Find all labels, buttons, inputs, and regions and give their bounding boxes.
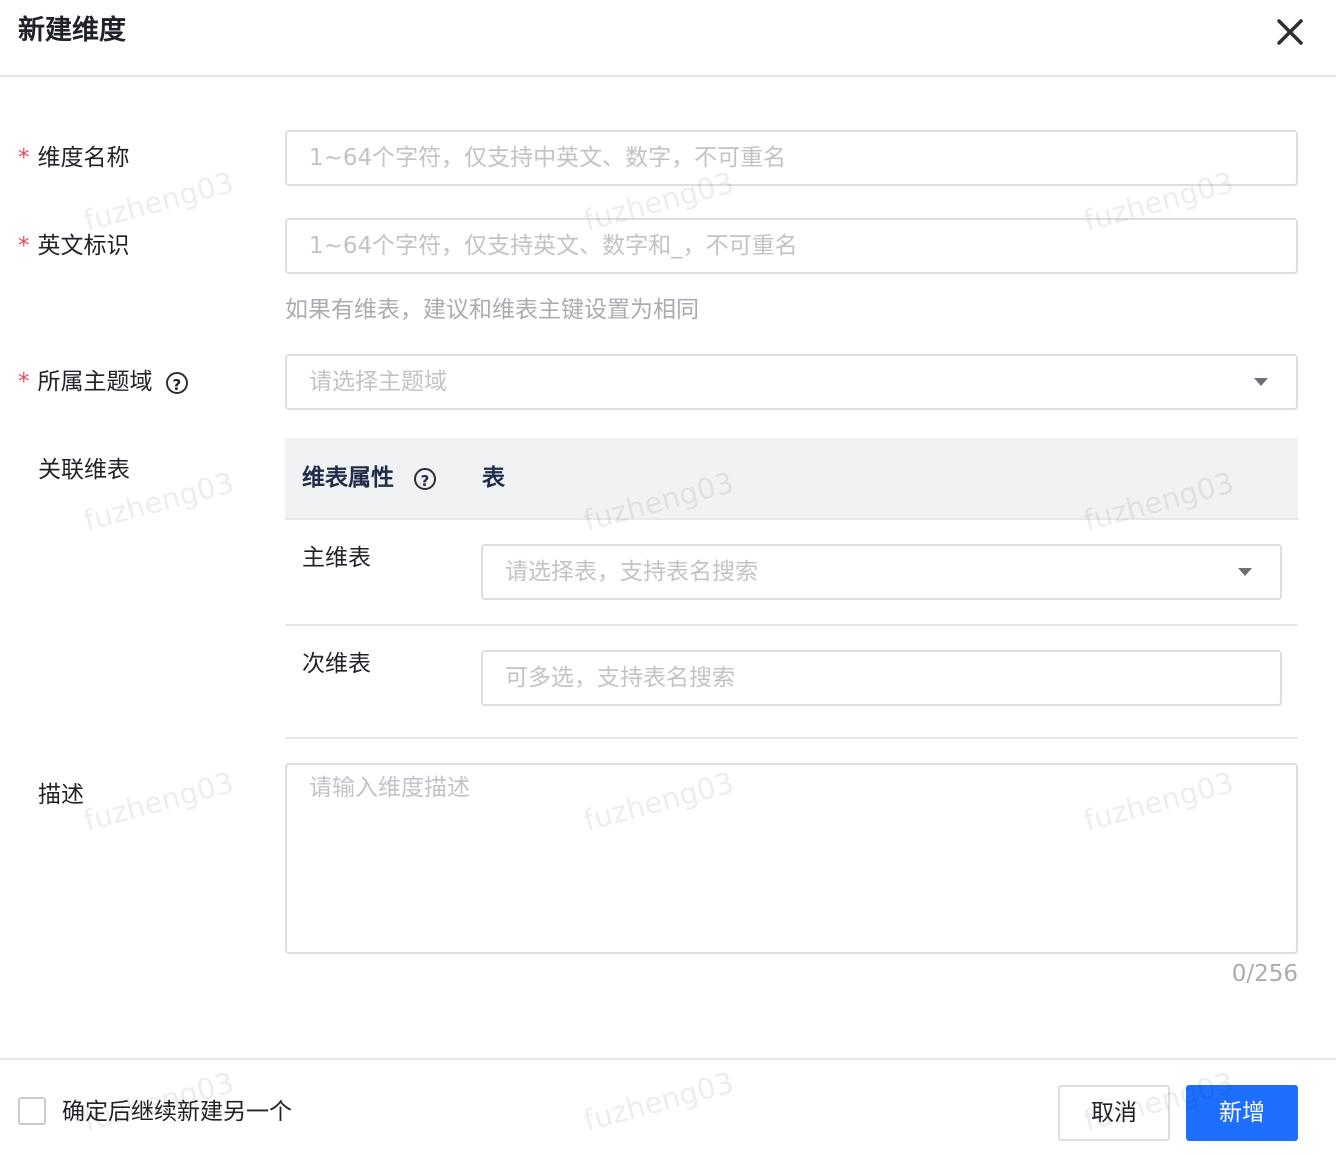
footer-divider — [0, 1058, 1336, 1060]
header-table: 表 — [482, 465, 505, 491]
watermark: fuzheng03 — [80, 765, 238, 838]
question-circle-icon[interactable]: ? — [414, 467, 437, 490]
header-attr: 维表属性 ? — [302, 462, 437, 494]
description-label: 描述 — [38, 782, 84, 808]
cancel-button[interactable]: 取消 — [1058, 1085, 1170, 1141]
submit-button[interactable]: 新增 — [1186, 1085, 1298, 1141]
subject-domain-select[interactable]: 请选择主题域 — [285, 354, 1298, 410]
header-divider — [0, 75, 1336, 77]
description-textarea[interactable]: 请输入维度描述 — [285, 763, 1298, 954]
secondary-table-select[interactable]: 可多选，支持表名搜索 — [481, 650, 1282, 706]
dimension-name-label: * 维度名称 — [18, 145, 130, 171]
table-row-divider — [285, 624, 1298, 626]
related-tables-header — [285, 438, 1298, 519]
watermark: fuzheng03 — [80, 165, 238, 238]
table-row-divider — [285, 518, 1298, 520]
question-circle-icon[interactable]: ? — [165, 371, 188, 394]
char-counter: 0/256 — [1231, 961, 1298, 987]
dimension-name-input[interactable]: 1~64个字符，仅支持中英文、数字，不可重名 — [285, 130, 1298, 186]
watermark: fuzheng03 — [580, 1065, 738, 1138]
caret-down-icon — [1238, 568, 1252, 576]
primary-table-label: 主维表 — [302, 545, 371, 571]
related-tables-label: 关联维表 — [38, 457, 130, 483]
english-id-hint: 如果有维表，建议和维表主键设置为相同 — [285, 297, 699, 323]
primary-table-select[interactable]: 请选择表，支持表名搜索 — [481, 544, 1282, 600]
close-icon[interactable] — [1272, 14, 1308, 50]
continue-checkbox[interactable] — [18, 1097, 46, 1125]
required-mark: * — [18, 145, 30, 171]
dialog-title: 新建维度 — [18, 15, 126, 46]
required-mark: * — [18, 233, 30, 259]
secondary-table-label: 次维表 — [302, 651, 371, 677]
table-row-divider — [285, 737, 1298, 739]
english-id-input[interactable]: 1~64个字符，仅支持英文、数字和_，不可重名 — [285, 218, 1298, 274]
subject-domain-label: * 所属主题域 ? — [18, 366, 188, 398]
caret-down-icon — [1254, 378, 1268, 386]
continue-label[interactable]: 确定后继续新建另一个 — [62, 1096, 292, 1128]
english-id-label: * 英文标识 — [18, 233, 130, 259]
required-mark: * — [18, 369, 30, 395]
